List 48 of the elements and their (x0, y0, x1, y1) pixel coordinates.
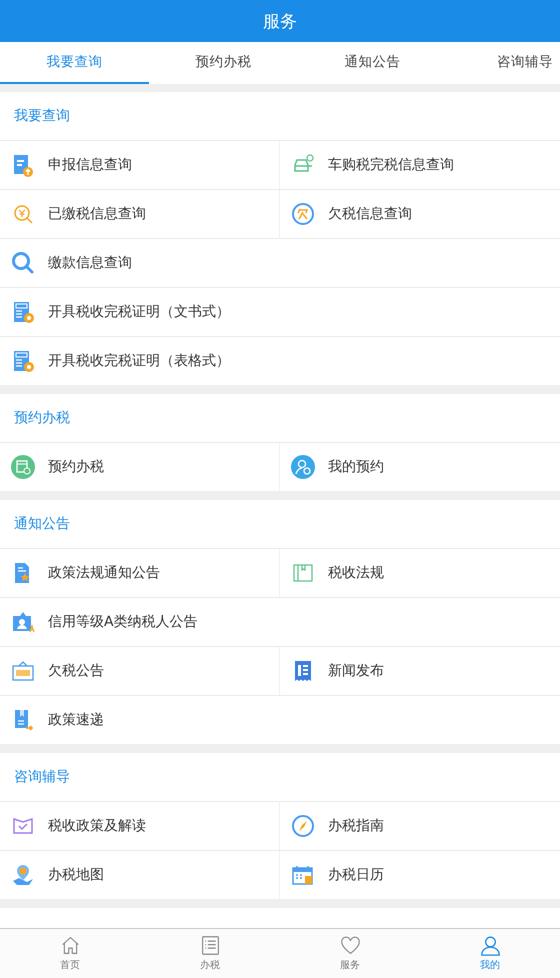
menu-item[interactable]: 政策法规通知公告 (0, 549, 280, 597)
list-icon (200, 935, 220, 956)
signboard-icon (11, 659, 35, 683)
map-pin-icon (11, 863, 35, 887)
menu-item[interactable]: 办税日历 (280, 851, 560, 899)
certificate-icon (11, 349, 35, 373)
menu-item[interactable]: 税收政策及解读 (0, 802, 280, 850)
person-icon (480, 935, 500, 956)
tab[interactable]: 我要查询 (0, 42, 149, 84)
certificate-icon (11, 300, 35, 324)
menu-item[interactable]: 我的预约 (280, 443, 560, 491)
menu-item[interactable]: 已缴税信息查询 (0, 190, 280, 238)
section-header: 预约办税 (0, 394, 560, 443)
circle-badge-icon (291, 202, 315, 226)
menu-item[interactable]: 预约办税 (0, 443, 280, 491)
menu-item[interactable]: 欠税公告 (0, 647, 280, 695)
id-card-icon (11, 610, 35, 634)
menu-item[interactable]: 办税地图 (0, 851, 280, 899)
menu-item[interactable]: 信用等级A类纳税人公告 (0, 598, 560, 646)
tab[interactable]: 咨询辅导 (447, 42, 560, 84)
menu-item[interactable]: 开具税收完税证明（表格式） (0, 337, 560, 385)
menu-item[interactable]: 办税指南 (280, 802, 560, 850)
nav-tab[interactable]: 服务 (280, 929, 420, 978)
tab[interactable]: 预约办税 (149, 42, 298, 84)
section-header: 咨询辅导 (0, 753, 560, 802)
search-icon (11, 251, 35, 275)
nav-tab[interactable]: 首页 (0, 929, 140, 978)
nav-tab[interactable]: 办税 (140, 929, 280, 978)
home-icon (60, 935, 80, 956)
nav-tab[interactable]: 我的 (420, 929, 560, 978)
menu-item[interactable]: 缴款信息查询 (0, 239, 560, 287)
menu-item[interactable]: 申报信息查询 (0, 141, 280, 189)
menu-item[interactable]: 政策速递 (0, 696, 560, 744)
document-upload-icon (11, 153, 35, 177)
compass-icon (291, 814, 315, 838)
user-circle-icon (291, 455, 315, 479)
page-title: 服务 (263, 10, 297, 32)
section-header: 通知公告 (0, 500, 560, 549)
calendar-icon (291, 863, 315, 887)
menu-item[interactable]: 开具税收完税证明（文书式） (0, 288, 560, 336)
menu-item[interactable]: 新闻发布 (280, 647, 560, 695)
section-header: 我要查询 (0, 92, 560, 141)
menu-item[interactable]: 欠税信息查询 (280, 190, 560, 238)
heart-icon (340, 935, 360, 956)
menu-item[interactable]: 税收法规 (280, 549, 560, 597)
tab[interactable]: 通知公告 (298, 42, 447, 84)
menu-item[interactable]: 车购税完税信息查询 (280, 141, 560, 189)
calendar-circle-icon (11, 455, 35, 479)
